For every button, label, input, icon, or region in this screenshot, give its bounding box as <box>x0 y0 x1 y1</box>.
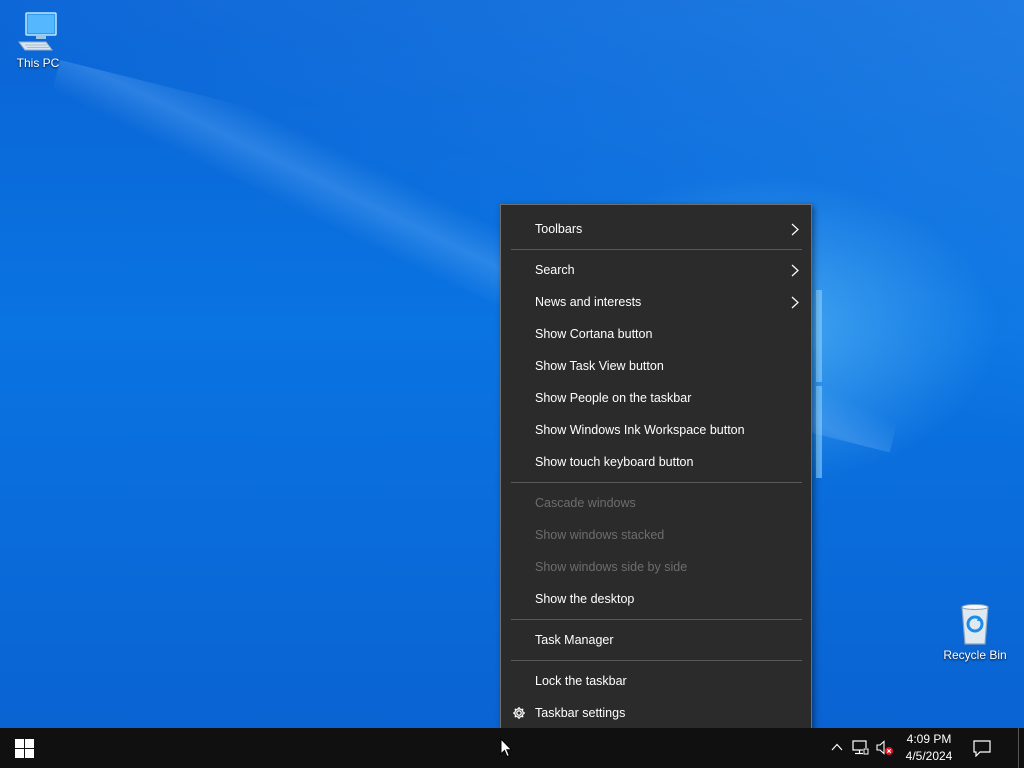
menu-item-label: Taskbar settings <box>535 706 626 720</box>
menu-item-label: Show Task View button <box>535 359 664 373</box>
menu-item-label: Show Windows Ink Workspace button <box>535 423 745 437</box>
menu-item-show-people[interactable]: Show People on the taskbar <box>501 383 811 413</box>
menu-item-show-ink-workspace[interactable]: Show Windows Ink Workspace button <box>501 415 811 445</box>
start-button[interactable] <box>0 728 48 768</box>
menu-item-news-and-interests[interactable]: News and interests <box>501 287 811 317</box>
menu-item-label: Search <box>535 263 575 277</box>
clock-date: 4/5/2024 <box>905 749 953 763</box>
menu-item-toolbars[interactable]: Toolbars <box>501 214 811 244</box>
menu-item-label: Task Manager <box>535 633 614 647</box>
menu-item-label: Show windows side by side <box>535 560 688 574</box>
menu-item-label: Show Cortana button <box>535 327 653 341</box>
chevron-up-icon <box>831 743 843 751</box>
this-pc-icon <box>18 12 57 51</box>
desktop-icon-label: This PC <box>16 56 60 70</box>
menu-separator <box>511 482 802 483</box>
menu-item-search[interactable]: Search <box>501 255 811 285</box>
wallpaper-window-pane <box>816 290 822 382</box>
volume-button[interactable] <box>873 728 895 768</box>
menu-item-task-manager[interactable]: Task Manager <box>501 625 811 655</box>
chevron-right-icon <box>791 223 799 236</box>
desktop-icon-recycle-bin[interactable]: Recycle Bin <box>937 602 1013 662</box>
volume-muted-icon <box>876 740 893 755</box>
menu-item-label: Show touch keyboard button <box>535 455 694 469</box>
gear-icon <box>513 707 525 719</box>
menu-item-lock-the-taskbar[interactable]: Lock the taskbar <box>501 666 811 696</box>
menu-item-show-windows-side-by-side: Show windows side by side <box>501 552 811 582</box>
menu-item-show-windows-stacked: Show windows stacked <box>501 520 811 550</box>
menu-item-show-the-desktop[interactable]: Show the desktop <box>501 584 811 614</box>
desktop-icon-label: Recycle Bin <box>943 648 1007 662</box>
clock-time: 4:09 PM <box>906 732 952 746</box>
menu-item-label: Show windows stacked <box>535 528 665 542</box>
network-button[interactable] <box>849 728 873 768</box>
menu-separator <box>511 249 802 250</box>
windows-logo-icon <box>15 739 34 758</box>
network-icon <box>852 740 869 755</box>
recycle-bin-icon <box>961 604 989 645</box>
menu-separator <box>511 619 802 620</box>
menu-item-show-touch-keyboard[interactable]: Show touch keyboard button <box>501 447 811 477</box>
menu-item-taskbar-settings[interactable]: Taskbar settings <box>501 698 811 728</box>
taskbar-clock[interactable]: 4:09 PM 4/5/2024 <box>896 731 962 765</box>
menu-item-label: News and interests <box>535 295 642 309</box>
action-center-button[interactable] <box>962 728 1002 768</box>
menu-item-cascade-windows: Cascade windows <box>501 488 811 518</box>
show-hidden-icons-button[interactable] <box>826 728 848 768</box>
chevron-right-icon <box>791 296 799 309</box>
menu-item-label: Cascade windows <box>535 496 636 510</box>
menu-item-label: Toolbars <box>535 222 583 236</box>
menu-item-show-task-view-button[interactable]: Show Task View button <box>501 351 811 381</box>
chevron-right-icon <box>791 264 799 277</box>
menu-separator <box>511 660 802 661</box>
show-desktop-button[interactable] <box>1018 728 1024 768</box>
action-center-icon <box>973 740 991 757</box>
taskbar-context-menu: Toolbars Search News and interests Show … <box>500 204 812 737</box>
menu-item-label: Show the desktop <box>535 592 635 606</box>
wallpaper-window-pane <box>816 386 822 478</box>
menu-item-show-cortana-button[interactable]: Show Cortana button <box>501 319 811 349</box>
desktop-icon-this-pc[interactable]: This PC <box>0 10 76 70</box>
menu-item-label: Lock the taskbar <box>535 674 627 688</box>
mouse-pointer-icon <box>500 738 513 758</box>
menu-item-label: Show People on the taskbar <box>535 391 692 405</box>
